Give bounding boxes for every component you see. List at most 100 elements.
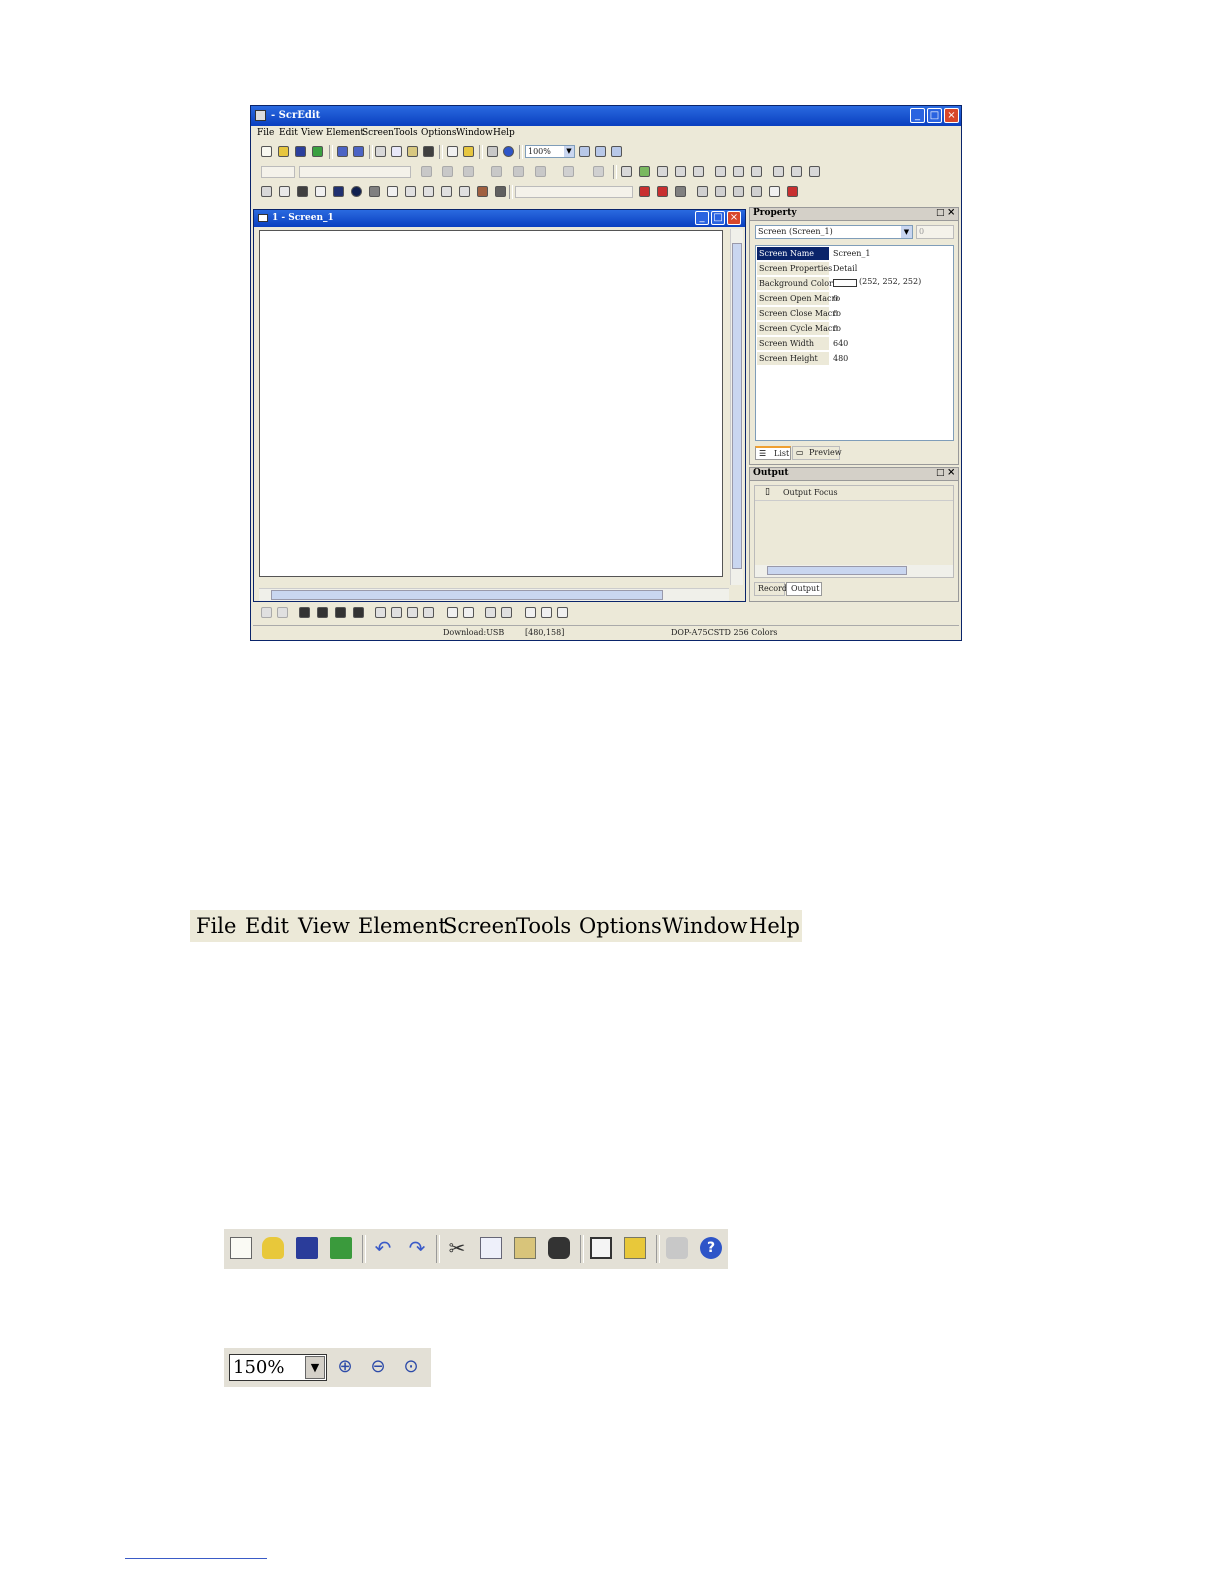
tab-record[interactable]: Record <box>754 582 787 596</box>
zoom-in-icon[interactable]: ⊕ <box>334 1356 356 1378</box>
minimize-button[interactable]: _ <box>910 108 925 123</box>
cut-icon[interactable] <box>375 146 386 157</box>
element-tool-icon[interactable] <box>639 186 650 197</box>
chevron-down-icon[interactable]: ▼ <box>305 1356 325 1379</box>
element-tool-icon[interactable] <box>675 186 686 197</box>
same-width-icon[interactable] <box>485 607 496 618</box>
align-icon[interactable] <box>391 607 402 618</box>
property-value[interactable]: 0 <box>833 294 838 303</box>
element-tool-icon[interactable] <box>657 186 668 197</box>
distribute-icon[interactable] <box>525 607 536 618</box>
send-backward-icon[interactable] <box>353 607 364 618</box>
menu-window[interactable]: Window <box>456 128 493 138</box>
menu-edit[interactable]: Edit <box>279 128 298 138</box>
color-swatch[interactable] <box>833 279 857 287</box>
zoom-out-icon[interactable]: ⊖ <box>367 1356 389 1378</box>
meter-element-icon[interactable] <box>279 186 290 197</box>
align-icon[interactable] <box>375 607 386 618</box>
undo-icon[interactable] <box>337 146 348 157</box>
copy-icon[interactable] <box>391 146 402 157</box>
tab-preview[interactable]: ▭ Preview <box>792 446 842 460</box>
close-button[interactable]: × <box>944 108 959 123</box>
line-element-icon[interactable] <box>315 186 326 197</box>
table-element-icon[interactable] <box>441 186 452 197</box>
display-element-icon[interactable] <box>405 186 416 197</box>
font-size-select[interactable] <box>261 166 295 178</box>
menu-element[interactable]: Element <box>326 128 364 138</box>
float-icon[interactable]: □ <box>936 208 945 218</box>
layout-icon[interactable] <box>715 166 726 177</box>
undo-icon[interactable]: ↶ <box>372 1237 394 1259</box>
same-height-icon[interactable] <box>501 607 512 618</box>
input-element-icon[interactable] <box>387 186 398 197</box>
save-icon[interactable] <box>295 146 306 157</box>
zoom-select[interactable]: 100% ▼ <box>525 145 575 158</box>
export-icon[interactable] <box>312 146 323 157</box>
distribute-icon[interactable] <box>541 607 552 618</box>
layout-icon[interactable] <box>773 166 784 177</box>
menu-screen[interactable]: Screen <box>443 914 518 938</box>
element-tool-icon[interactable] <box>751 186 762 197</box>
menu-help[interactable]: Help <box>493 128 515 138</box>
maximize-button[interactable]: □ <box>927 108 942 123</box>
redo-icon[interactable]: ↷ <box>406 1237 428 1259</box>
window-icon[interactable] <box>447 146 458 157</box>
new-icon[interactable] <box>230 1237 252 1259</box>
center-icon[interactable] <box>463 607 474 618</box>
arrow-left-icon[interactable] <box>697 186 708 197</box>
redo-icon[interactable] <box>353 146 364 157</box>
screen-maximize-button[interactable]: □ <box>711 211 725 225</box>
zoom-reset-icon[interactable]: ⊙ <box>400 1356 422 1378</box>
pencil-icon[interactable] <box>621 166 632 177</box>
window-icon[interactable] <box>590 1237 612 1259</box>
layout-icon[interactable] <box>809 166 820 177</box>
button-element-icon[interactable] <box>261 186 272 197</box>
tab-output[interactable]: Output <box>786 582 822 596</box>
align-right-icon[interactable] <box>463 166 474 177</box>
element-tool-icon[interactable] <box>787 186 798 197</box>
menu-options[interactable]: Options <box>421 128 456 138</box>
find-icon[interactable] <box>423 146 434 157</box>
layout-icon[interactable] <box>733 166 744 177</box>
align-left-icon[interactable] <box>421 166 432 177</box>
menu-view[interactable]: View <box>301 128 323 138</box>
new-icon[interactable] <box>261 146 272 157</box>
layout-icon[interactable] <box>751 166 762 177</box>
menu-file[interactable]: File <box>196 914 236 938</box>
layout-icon[interactable] <box>675 166 686 177</box>
folder-icon[interactable] <box>624 1237 646 1259</box>
menu-tools[interactable]: Tools <box>516 914 571 938</box>
vertical-scrollbar[interactable] <box>730 229 743 585</box>
menu-edit[interactable]: Edit <box>245 914 289 938</box>
font-name-select[interactable] <box>299 166 411 178</box>
scroll-thumb[interactable] <box>271 590 663 600</box>
align-bottom-icon[interactable] <box>535 166 546 177</box>
scroll-thumb[interactable] <box>767 566 907 575</box>
arc-element-icon[interactable] <box>333 186 344 197</box>
page-spinner[interactable]: 0 <box>916 225 954 239</box>
bar-element-icon[interactable] <box>297 186 308 197</box>
open-icon[interactable] <box>278 146 289 157</box>
screen-close-button[interactable]: × <box>727 211 741 225</box>
float-icon[interactable]: □ <box>936 468 945 478</box>
menu-screen[interactable]: Screen <box>362 128 394 138</box>
align-icon[interactable] <box>423 607 434 618</box>
copy-icon[interactable] <box>480 1237 502 1259</box>
align-top-icon[interactable] <box>491 166 502 177</box>
element-tool-icon[interactable] <box>733 186 744 197</box>
property-value[interactable]: Screen_1 <box>833 249 871 258</box>
help-icon[interactable] <box>503 146 514 157</box>
menu-help[interactable]: Help <box>749 914 800 938</box>
center-icon[interactable] <box>447 607 458 618</box>
object-select[interactable]: Screen (Screen_1) ▼ <box>755 225 913 239</box>
align-middle-icon[interactable] <box>513 166 524 177</box>
graph-element-icon[interactable] <box>423 186 434 197</box>
property-value[interactable]: 480 <box>833 354 848 363</box>
menu-options[interactable]: Options <box>579 914 662 938</box>
open-icon[interactable] <box>262 1237 284 1259</box>
picture-element-icon[interactable] <box>477 186 488 197</box>
arrow-right-icon[interactable] <box>715 186 726 197</box>
close-icon[interactable]: × <box>947 467 955 478</box>
scroll-thumb[interactable] <box>732 243 742 569</box>
group-icon[interactable] <box>261 607 272 618</box>
